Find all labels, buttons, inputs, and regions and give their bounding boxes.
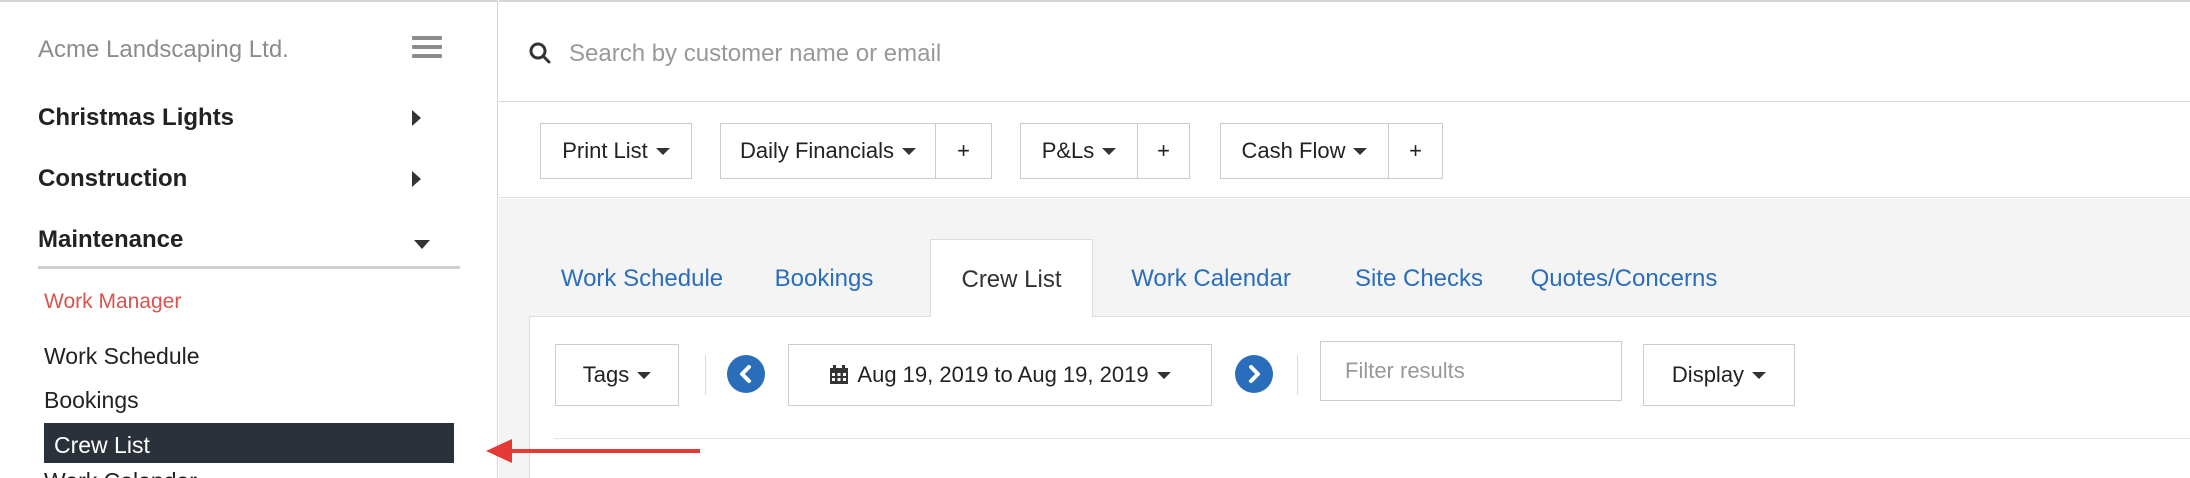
app-window: Acme Landscaping Ltd. Christmas Lights C…	[0, 0, 2190, 478]
previous-date-button[interactable]	[727, 355, 765, 393]
date-range-picker[interactable]: Aug 19, 2019 to Aug 19, 2019	[788, 344, 1212, 406]
pls-button[interactable]: P&Ls	[1020, 123, 1138, 179]
daily-financials-label: Daily Financials	[739, 138, 895, 163]
print-list-label: Print List	[562, 138, 648, 163]
tags-dropdown[interactable]: Tags	[555, 344, 679, 406]
sidebar-item-bookings[interactable]: Bookings	[44, 387, 139, 414]
sidebar-section-maintenance[interactable]: Maintenance	[38, 220, 460, 264]
tab-work-schedule[interactable]: Work Schedule	[529, 239, 755, 318]
tab-work-calendar[interactable]: Work Calendar	[1101, 239, 1321, 318]
caret-down-icon	[1156, 371, 1171, 379]
caret-down-icon	[655, 147, 670, 155]
chevron-right-icon	[1249, 365, 1260, 383]
divider	[1297, 355, 1298, 395]
section-divider	[38, 266, 460, 269]
sidebar-item-work-calendar[interactable]: Work Calendar	[44, 468, 197, 478]
tab-bar: Work Schedule Bookings Crew List Work Ca…	[529, 239, 2190, 318]
main-content: Print List Daily Financials + P&Ls + Cas…	[499, 0, 2190, 478]
daily-financials-button[interactable]: Daily Financials	[720, 123, 936, 179]
tab-crew-list[interactable]: Crew List	[930, 239, 1093, 318]
display-dropdown[interactable]: Display	[1643, 344, 1795, 406]
add-cash-flow-button[interactable]: +	[1388, 123, 1443, 179]
plus-icon: +	[1409, 138, 1422, 163]
caret-down-icon	[902, 147, 917, 155]
divider	[705, 355, 706, 395]
caret-right-icon	[412, 110, 421, 126]
search-bar	[499, 0, 2190, 102]
print-list-button[interactable]: Print List	[540, 123, 692, 179]
add-pls-button[interactable]: +	[1137, 123, 1190, 179]
caret-down-icon	[1102, 147, 1117, 155]
chevron-left-icon	[740, 365, 751, 383]
cash-flow-button[interactable]: Cash Flow	[1220, 123, 1389, 179]
pls-label: P&Ls	[1041, 138, 1095, 163]
company-name: Acme Landscaping Ltd.	[38, 36, 289, 63]
add-daily-financials-button[interactable]: +	[935, 123, 992, 179]
sidebar-section-label: Construction	[38, 165, 188, 192]
search-icon	[529, 42, 551, 64]
annotation-arrow-line	[510, 449, 700, 453]
sidebar-section-label: Maintenance	[38, 226, 184, 253]
caret-right-icon	[412, 171, 421, 187]
work-manager-area: Work Schedule Bookings Crew List Work Ca…	[499, 199, 2190, 478]
sidebar-section-label: Christmas Lights	[38, 104, 235, 131]
report-toolbar: Print List Daily Financials + P&Ls + Cas…	[499, 102, 2190, 198]
plus-icon: +	[1157, 138, 1170, 163]
sidebar-item-work-schedule[interactable]: Work Schedule	[44, 343, 200, 370]
calendar-icon	[830, 365, 849, 384]
filter-results-input[interactable]	[1320, 341, 1622, 401]
next-date-button[interactable]	[1235, 355, 1273, 393]
tags-label: Tags	[582, 362, 630, 387]
hamburger-icon[interactable]	[412, 36, 442, 60]
panel-divider	[554, 438, 2190, 439]
annotation-arrow-icon	[486, 439, 512, 463]
date-range-label: Aug 19, 2019 to Aug 19, 2019	[857, 362, 1149, 387]
sidebar: Acme Landscaping Ltd. Christmas Lights C…	[0, 0, 498, 478]
caret-down-icon	[414, 240, 430, 249]
caret-down-icon	[637, 371, 652, 379]
tab-quotes-concerns[interactable]: Quotes/Concerns	[1514, 239, 1734, 318]
sidebar-section-christmas-lights[interactable]: Christmas Lights	[38, 98, 460, 142]
search-input[interactable]	[569, 32, 1769, 76]
plus-icon: +	[957, 138, 970, 163]
cash-flow-label: Cash Flow	[1241, 138, 1346, 163]
tab-site-checks[interactable]: Site Checks	[1339, 239, 1499, 318]
sidebar-item-crew-list[interactable]: Crew List	[44, 423, 454, 463]
sidebar-section-construction[interactable]: Construction	[38, 159, 460, 203]
display-label: Display	[1671, 362, 1745, 387]
sidebar-subheader-work-manager: Work Manager	[44, 290, 182, 313]
tab-bookings[interactable]: Bookings	[755, 239, 893, 318]
caret-down-icon	[1353, 147, 1368, 155]
caret-down-icon	[1752, 371, 1767, 379]
crew-list-panel: Tags Aug 19, 2019 to Aug 19, 2019 Filter…	[529, 317, 2190, 478]
